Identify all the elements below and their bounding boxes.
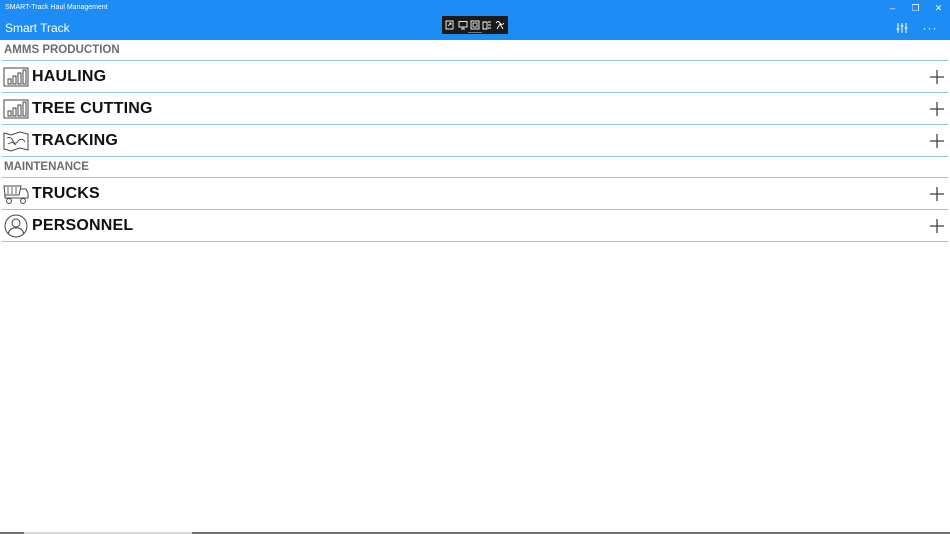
window-controls: – ❐ ✕	[881, 0, 950, 16]
floating-toolbar	[442, 16, 508, 34]
window-title: SMART-Track Haul Management	[5, 4, 108, 11]
truck-icon	[3, 185, 29, 204]
list-item-label: HAULING	[32, 67, 107, 85]
expand-plus-icon[interactable]	[927, 67, 947, 87]
expand-plus-icon[interactable]	[927, 216, 947, 236]
more-icon: ···	[922, 21, 938, 35]
window-icon[interactable]	[470, 20, 480, 30]
window-titlebar: SMART-Track Haul Management – ❐ ✕	[0, 0, 950, 16]
app-title: Smart Track	[5, 21, 70, 35]
list-item-label: TRACKING	[32, 131, 119, 149]
list-item-trucks[interactable]: TRUCKS	[2, 178, 948, 210]
sliders-icon	[896, 23, 908, 33]
bar-chart-icon	[3, 67, 29, 86]
list-item-label: TREE CUTTING	[32, 99, 153, 117]
list-item-label: TRUCKS	[32, 184, 100, 202]
section-header-maintenance: MAINTENANCE	[2, 157, 948, 178]
close-button[interactable]: ✕	[927, 0, 950, 16]
map-icon	[3, 130, 29, 152]
toolbar-grip[interactable]	[468, 32, 482, 33]
section-header-amms-production: AMMS PRODUCTION	[2, 40, 948, 61]
minimize-button[interactable]: –	[881, 0, 904, 16]
expand-plus-icon[interactable]	[927, 131, 947, 151]
restore-button[interactable]: ❐	[904, 0, 927, 16]
expand-plus-icon[interactable]	[927, 99, 947, 119]
bar-chart-icon	[3, 99, 29, 118]
region-icon[interactable]	[482, 20, 492, 30]
main-list: AMMS PRODUCTION HAULING TREE CUTTING TRA…	[0, 40, 950, 242]
capture-icon[interactable]	[445, 20, 455, 30]
person-icon	[4, 214, 28, 237]
expand-plus-icon[interactable]	[927, 184, 947, 204]
screen-icon[interactable]	[458, 20, 468, 30]
list-item-hauling[interactable]: HAULING	[2, 61, 948, 93]
list-item-label: PERSONNEL	[32, 216, 134, 234]
list-item-tree-cutting[interactable]: TREE CUTTING	[2, 93, 948, 125]
list-item-tracking[interactable]: TRACKING	[2, 125, 948, 157]
list-item-personnel[interactable]: PERSONNEL	[2, 210, 948, 242]
settings-button[interactable]	[888, 16, 916, 40]
freeform-icon[interactable]	[495, 20, 505, 30]
app-actions: ···	[888, 16, 944, 40]
more-button[interactable]: ···	[916, 16, 944, 40]
